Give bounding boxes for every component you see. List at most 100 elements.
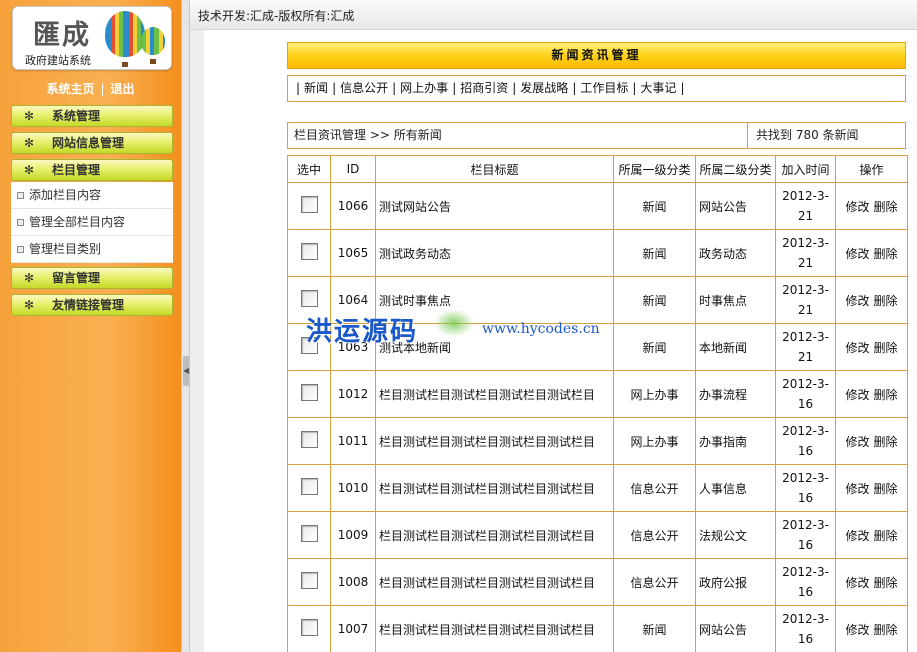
edit-link[interactable]: 修改	[845, 200, 869, 214]
row-category2: 本地新闻	[695, 323, 776, 371]
row-select-cell	[287, 605, 331, 652]
row-category2: 法规公文	[695, 511, 776, 559]
menu-label: 友情链接管理	[52, 298, 125, 312]
row-select-cell	[287, 558, 331, 606]
row-category1: 网上办事	[613, 370, 696, 418]
row-checkbox[interactable]	[300, 431, 318, 448]
edit-link[interactable]: 修改	[845, 482, 869, 496]
table-row: 1064 测试时事焦点 新闻 时事焦点 2012-3-21 修改 删除	[287, 276, 908, 324]
delete-link[interactable]: 删除	[874, 482, 898, 496]
delete-link[interactable]: 删除	[874, 529, 898, 543]
balloon-basket-icon	[122, 62, 128, 67]
row-title[interactable]: 栏目测试栏目测试栏目测试栏目测试栏目	[375, 511, 614, 559]
row-category2: 时事焦点	[695, 276, 776, 324]
row-title[interactable]: 栏目测试栏目测试栏目测试栏目测试栏目	[375, 370, 614, 418]
nav-online-service[interactable]: 网上办事	[400, 81, 448, 95]
edit-link[interactable]: 修改	[845, 341, 869, 355]
row-title[interactable]: 测试网站公告	[375, 182, 614, 230]
table-row: 1008 栏目测试栏目测试栏目测试栏目测试栏目 信息公开 政府公报 2012-3-16 修…	[287, 558, 908, 606]
row-id: 1011	[330, 417, 376, 465]
menu-column-management[interactable]: ✻ 栏目管理	[11, 159, 173, 181]
nav-news[interactable]: 新闻	[304, 81, 328, 95]
menu-system-management[interactable]: ✻ 系统管理	[11, 105, 173, 127]
row-title[interactable]: 栏目测试栏目测试栏目测试栏目测试栏目	[375, 417, 614, 465]
result-count: 共找到 780 条新闻	[747, 123, 905, 148]
row-date: 2012-3-16	[775, 558, 836, 606]
edit-link[interactable]: 修改	[845, 247, 869, 261]
row-checkbox[interactable]	[300, 525, 318, 542]
logout-link[interactable]: 退出	[111, 82, 135, 96]
row-category1: 新闻	[613, 229, 696, 277]
delete-link[interactable]: 删除	[874, 341, 898, 355]
delete-link[interactable]: 删除	[874, 623, 898, 637]
nav-strategy[interactable]: 发展战略	[520, 81, 568, 95]
edit-link[interactable]: 修改	[845, 576, 869, 590]
edit-link[interactable]: 修改	[845, 623, 869, 637]
row-checkbox[interactable]	[300, 243, 318, 260]
delete-link[interactable]: 删除	[874, 388, 898, 402]
row-date: 2012-3-21	[775, 229, 836, 277]
submenu-manage-all-content[interactable]: 管理全部栏目内容	[11, 209, 173, 236]
nav-investment[interactable]: 招商引资	[460, 81, 508, 95]
delete-link[interactable]: 删除	[874, 247, 898, 261]
row-title[interactable]: 测试时事焦点	[375, 276, 614, 324]
row-title[interactable]: 栏目测试栏目测试栏目测试栏目测试栏目	[375, 464, 614, 512]
header-title: 栏目标题	[375, 155, 614, 183]
edit-link[interactable]: 修改	[845, 529, 869, 543]
nav-events[interactable]: 大事记	[640, 81, 676, 95]
row-checkbox[interactable]	[300, 572, 318, 589]
bullet-icon	[17, 192, 24, 199]
submenu-label: 管理栏目类别	[29, 242, 102, 256]
row-id: 1066	[330, 182, 376, 230]
row-id: 1009	[330, 511, 376, 559]
nav-info-public[interactable]: 信息公开	[340, 81, 388, 95]
row-title[interactable]: 栏目测试栏目测试栏目测试栏目测试栏目	[375, 605, 614, 652]
delete-link[interactable]: 删除	[874, 294, 898, 308]
delete-link[interactable]: 删除	[874, 200, 898, 214]
delete-link[interactable]: 删除	[874, 435, 898, 449]
row-title[interactable]: 栏目测试栏目测试栏目测试栏目测试栏目	[375, 558, 614, 606]
row-actions: 修改 删除	[835, 182, 908, 230]
row-select-cell	[287, 511, 331, 559]
submenu-manage-categories[interactable]: 管理栏目类别	[11, 236, 173, 263]
edit-link[interactable]: 修改	[845, 388, 869, 402]
delete-link[interactable]: 删除	[874, 576, 898, 590]
menu-message-management[interactable]: ✻ 留言管理	[11, 267, 173, 289]
row-select-cell	[287, 182, 331, 230]
collapse-arrow-icon[interactable]: ◀	[183, 356, 189, 386]
logo: 匯成 政府建站系统	[12, 6, 172, 70]
menu-label: 系统管理	[52, 109, 101, 123]
row-checkbox[interactable]	[300, 384, 318, 401]
submenu-label: 添加栏目内容	[29, 188, 102, 202]
edit-link[interactable]: 修改	[845, 435, 869, 449]
row-checkbox[interactable]	[300, 619, 318, 636]
bullet-icon	[17, 219, 24, 226]
row-category1: 信息公开	[613, 511, 696, 559]
info-bar: 栏目资讯管理 >> 所有新闻 共找到 780 条新闻	[287, 122, 906, 149]
row-date: 2012-3-16	[775, 370, 836, 418]
row-id: 1065	[330, 229, 376, 277]
row-actions: 修改 删除	[835, 558, 908, 606]
menu-friend-link-management[interactable]: ✻ 友情链接管理	[11, 294, 173, 316]
sidebar-splitter[interactable]: ◀	[181, 0, 190, 652]
row-title[interactable]: 测试政务动态	[375, 229, 614, 277]
row-title[interactable]: 测试本地新闻	[375, 323, 614, 371]
row-checkbox[interactable]	[300, 290, 318, 307]
submenu-add-column-content[interactable]: 添加栏目内容	[11, 182, 173, 209]
row-id: 1008	[330, 558, 376, 606]
edit-link[interactable]: 修改	[845, 294, 869, 308]
submenu-label: 管理全部栏目内容	[29, 215, 126, 229]
table-header-row: 选中 ID 栏目标题 所属一级分类 所属二级分类 加入时间 操作	[287, 155, 908, 183]
gear-icon: ✻	[24, 271, 35, 285]
nav-work-goals[interactable]: 工作目标	[580, 81, 628, 95]
row-checkbox[interactable]	[300, 478, 318, 495]
row-date: 2012-3-16	[775, 417, 836, 465]
system-home-link[interactable]: 系统主页	[46, 82, 94, 96]
row-checkbox[interactable]	[300, 196, 318, 213]
menu-site-info-management[interactable]: ✻ 网站信息管理	[11, 132, 173, 154]
header-date: 加入时间	[775, 155, 836, 183]
menu-label: 栏目管理	[52, 163, 101, 177]
row-date: 2012-3-16	[775, 605, 836, 652]
row-checkbox[interactable]	[300, 337, 318, 354]
sidebar: 匯成 政府建站系统 系统主页 | 退出 ✻ 系统管理 ✻ 网站信息管理 ✻ 栏目管理 添加…	[0, 0, 181, 652]
